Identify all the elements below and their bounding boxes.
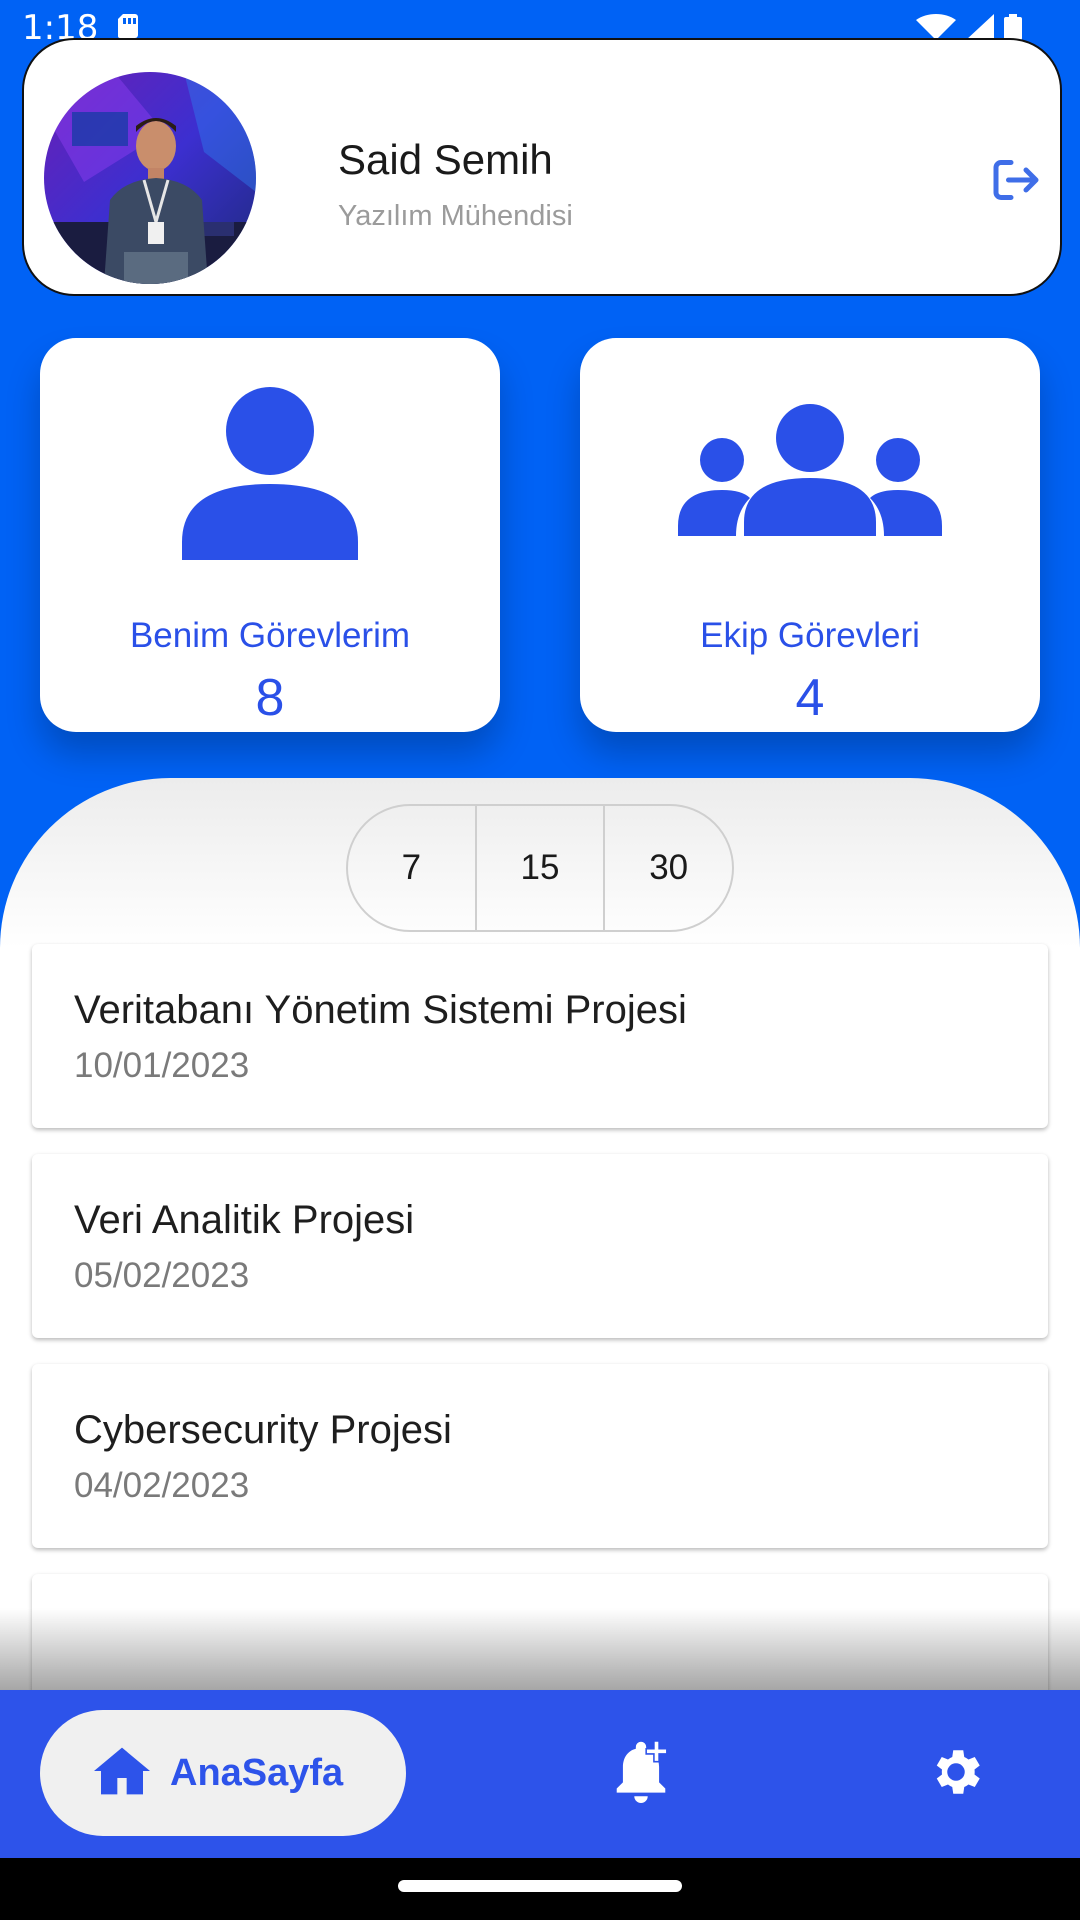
nav-home-label: AnaSayfa bbox=[170, 1751, 344, 1794]
nav-home-button[interactable]: AnaSayfa bbox=[40, 1710, 406, 1836]
day-range-selector: 7 15 30 bbox=[346, 804, 734, 932]
team-tasks-count: 4 bbox=[795, 669, 825, 727]
task-item[interactable]: Veri Analitik Projesi 05/02/2023 bbox=[32, 1154, 1048, 1338]
bottom-nav: AnaSayfa bbox=[0, 1690, 1080, 1858]
profile-card: Said Semih Yazılım Mühendisi bbox=[22, 38, 1062, 296]
my-tasks-label: Benim Görevlerim bbox=[129, 616, 411, 655]
group-icon bbox=[580, 384, 1040, 548]
avatar[interactable] bbox=[44, 72, 256, 284]
nav-shadow bbox=[0, 1608, 1080, 1690]
gear-icon[interactable] bbox=[926, 1742, 986, 1807]
home-indicator[interactable] bbox=[398, 1880, 682, 1892]
task-date: 05/02/2023 bbox=[74, 1256, 250, 1295]
task-item[interactable]: Veritabanı Yönetim Sistemi Projesi 10/01… bbox=[32, 944, 1048, 1128]
my-tasks-card[interactable]: Benim Görevlerim 8 bbox=[40, 338, 500, 732]
task-title: Veritabanı Yönetim Sistemi Projesi bbox=[74, 988, 687, 1032]
task-date: 10/01/2023 bbox=[74, 1046, 250, 1085]
profile-role: Yazılım Mühendisi bbox=[338, 200, 573, 232]
logout-icon[interactable] bbox=[986, 150, 1046, 210]
status-bar: 1:18 bbox=[0, 0, 1080, 48]
system-nav-bar bbox=[0, 1858, 1080, 1920]
task-date: 04/02/2023 bbox=[74, 1466, 250, 1505]
segment-option-30[interactable]: 30 bbox=[603, 806, 732, 930]
home-icon bbox=[94, 1745, 150, 1802]
task-panel: 7 15 30 Veritabanı Yönetim Sistemi Proje… bbox=[0, 778, 1080, 1738]
my-tasks-count: 8 bbox=[255, 669, 285, 727]
task-item[interactable]: Cybersecurity Projesi 04/02/2023 bbox=[32, 1364, 1048, 1548]
person-icon bbox=[40, 384, 500, 564]
team-tasks-card[interactable]: Ekip Görevleri 4 bbox=[580, 338, 1040, 732]
add-alert-icon[interactable] bbox=[610, 1738, 672, 1811]
segment-option-15[interactable]: 15 bbox=[474, 806, 604, 930]
task-title: Veri Analitik Projesi bbox=[74, 1198, 415, 1242]
segment-option-7[interactable]: 7 bbox=[348, 806, 475, 930]
profile-name: Said Semih bbox=[338, 136, 553, 183]
team-tasks-label: Ekip Görevleri bbox=[700, 616, 920, 655]
task-title: Cybersecurity Projesi bbox=[74, 1408, 452, 1452]
